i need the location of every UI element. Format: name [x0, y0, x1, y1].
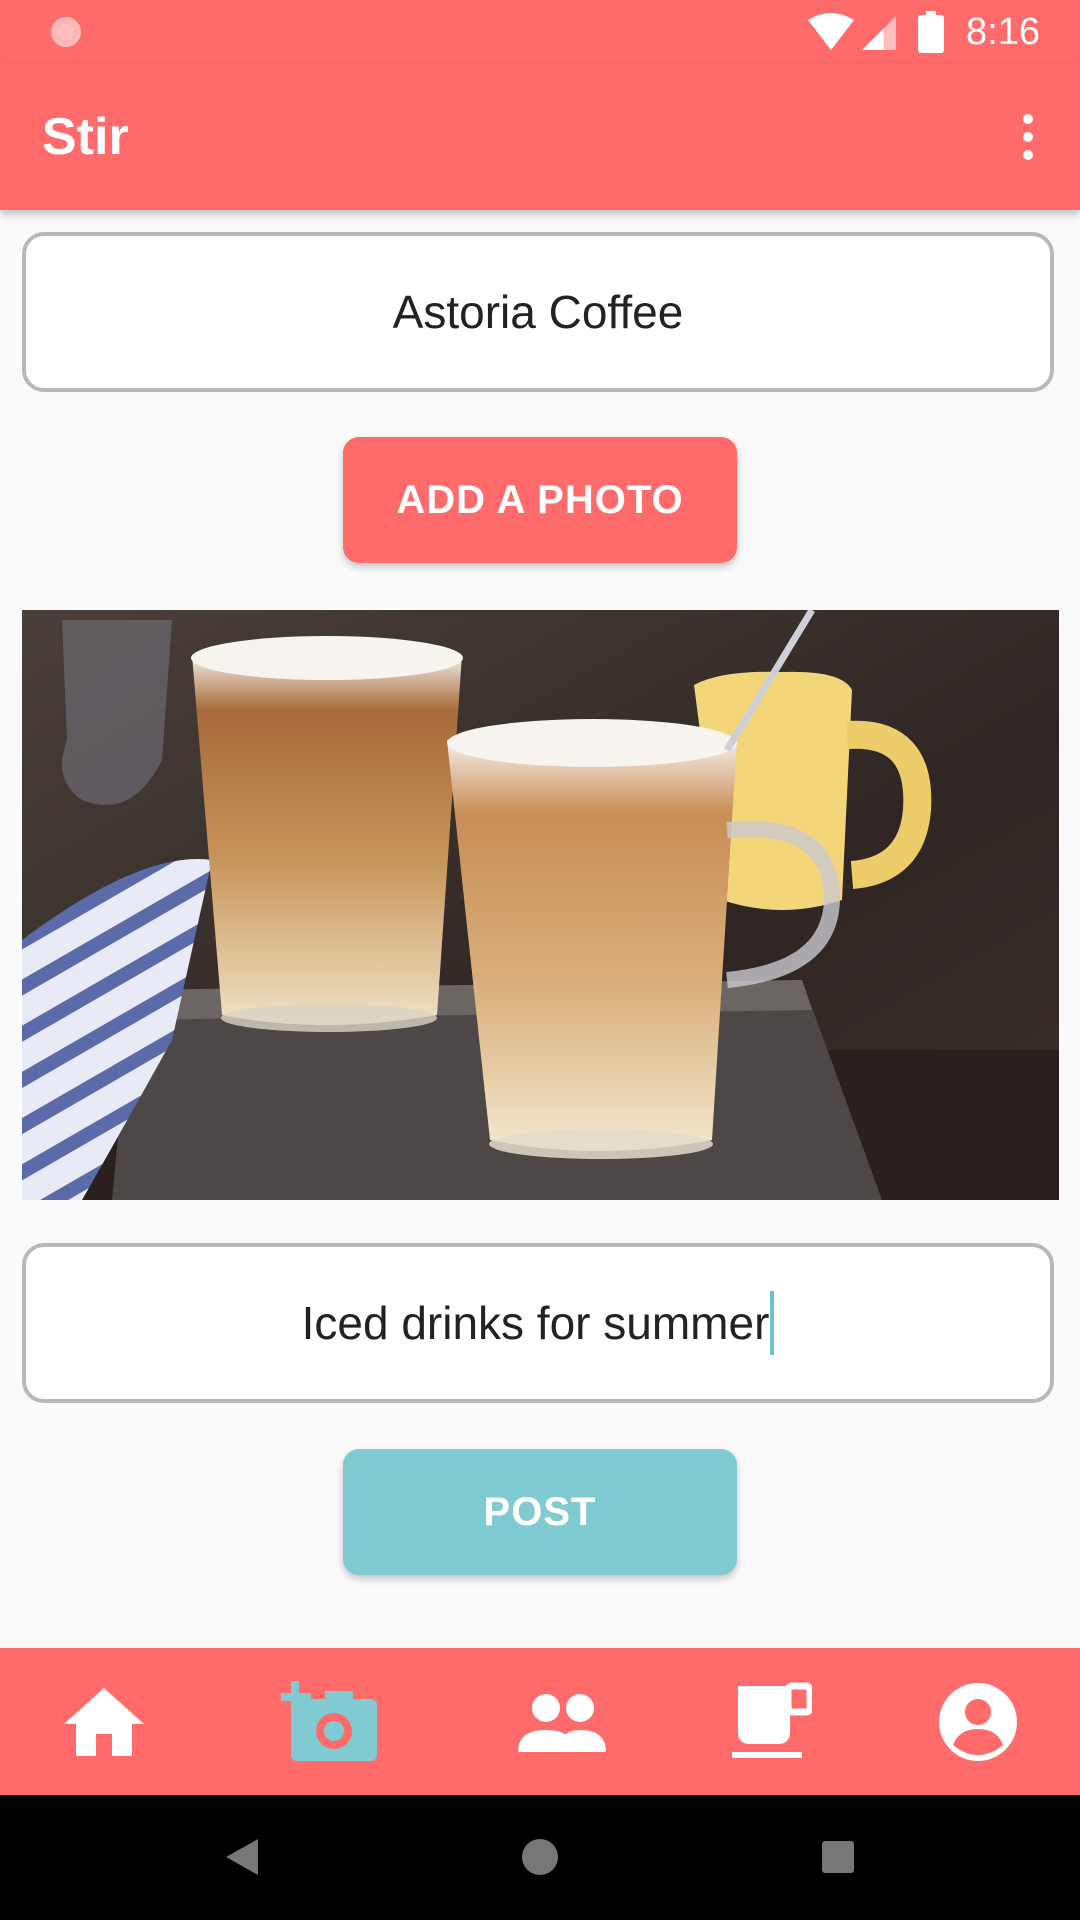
battery-icon — [918, 11, 945, 53]
nav-account[interactable] — [928, 1676, 1028, 1768]
location-field-text: Astoria Coffee — [392, 286, 684, 338]
app-title: Stir — [42, 108, 129, 166]
add-photo-button-label: ADD A PHOTO — [396, 477, 684, 522]
status-time: 8:16 — [966, 10, 1040, 53]
home-circle-icon[interactable] — [508, 1825, 572, 1889]
location-field[interactable]: Astoria Coffee — [22, 232, 1054, 392]
post-button-label: POST — [483, 1489, 597, 1534]
people-icon — [518, 1694, 606, 1752]
system-navigation-bar — [0, 1795, 1080, 1920]
text-cursor — [770, 1291, 775, 1355]
recents-icon[interactable] — [806, 1825, 870, 1889]
add-photo-button[interactable]: ADD A PHOTO — [343, 437, 737, 563]
add-photo-icon — [281, 1681, 377, 1761]
back-icon[interactable] — [210, 1825, 274, 1889]
notification-icon — [51, 17, 81, 47]
caption-field[interactable]: Iced drinks for summer — [22, 1243, 1054, 1403]
nav-add-photo[interactable] — [280, 1676, 380, 1768]
status-bar: 8:16 — [0, 0, 1080, 63]
post-button[interactable]: POST — [343, 1449, 737, 1575]
account-icon — [939, 1683, 1017, 1761]
bottom-navigation — [0, 1648, 1080, 1795]
more-vert-icon[interactable] — [996, 97, 1060, 177]
wifi-icon — [808, 13, 855, 50]
coffee-cup-icon — [732, 1682, 812, 1758]
photo-preview — [22, 610, 1059, 1200]
nav-coffee[interactable] — [720, 1676, 820, 1768]
app-bar: Stir — [0, 63, 1080, 210]
caption-field-text: Iced drinks for summer — [301, 1297, 770, 1349]
home-icon — [64, 1688, 144, 1756]
nav-people[interactable] — [512, 1676, 612, 1768]
iced-coffee-photo — [22, 610, 1059, 1200]
nav-home[interactable] — [54, 1676, 154, 1768]
status-icons: 8:16 — [806, 8, 1040, 56]
cell-signal-icon — [862, 16, 897, 50]
